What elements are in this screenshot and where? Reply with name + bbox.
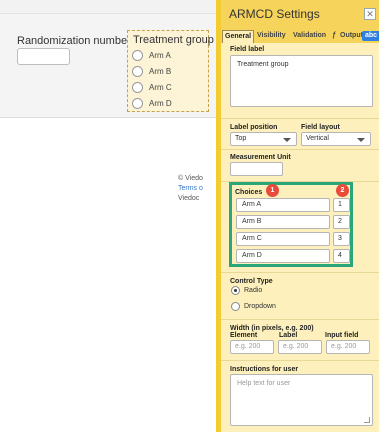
panel-title: ARMCD Settings bbox=[229, 7, 320, 21]
radio-icon[interactable] bbox=[231, 302, 240, 311]
treatment-option-arm-c[interactable]: Arm C bbox=[132, 81, 172, 94]
option-label: Arm A bbox=[149, 51, 171, 60]
choices-heading: Choices bbox=[235, 189, 263, 196]
divider bbox=[221, 319, 379, 320]
field-label-heading: Field label bbox=[230, 46, 265, 53]
control-type-radio-option[interactable]: Radio bbox=[231, 286, 262, 295]
radio-icon[interactable] bbox=[132, 98, 143, 109]
chevron-down-icon bbox=[357, 138, 365, 142]
instructions-textarea[interactable]: Help text for user bbox=[230, 374, 373, 426]
choice-value-input[interactable]: 1 bbox=[333, 198, 350, 212]
instructions-heading: Instructions for user bbox=[230, 366, 299, 373]
input-field-width-input[interactable]: e.g. 200 bbox=[326, 340, 370, 354]
close-icon[interactable]: ✕ bbox=[364, 8, 376, 20]
footer-brand: Viedoc bbox=[178, 195, 200, 202]
choice-value-input[interactable]: 4 bbox=[333, 249, 350, 263]
field-layout-heading: Field layout bbox=[301, 124, 340, 131]
tab-language-dropdown[interactable]: abc ▾ bbox=[362, 31, 379, 41]
choice-name-input[interactable]: Arm B bbox=[236, 215, 330, 229]
armcd-settings-panel: ARMCD Settings ✕ General Visibility Vali… bbox=[216, 0, 379, 432]
radio-icon[interactable] bbox=[132, 50, 143, 61]
tab-validation[interactable]: Validation bbox=[293, 30, 326, 43]
control-type-dropdown-option[interactable]: Dropdown bbox=[231, 302, 276, 311]
option-label: Arm D bbox=[149, 99, 172, 108]
settings-tabs: General Visibility Validation ƒ Output a… bbox=[221, 28, 379, 43]
element-width-input[interactable]: e.g. 200 bbox=[230, 340, 274, 354]
choice-value-input[interactable]: 2 bbox=[333, 215, 350, 229]
treatment-option-arm-d[interactable]: Arm D bbox=[132, 97, 172, 110]
panel-header: ARMCD Settings ✕ bbox=[221, 0, 379, 28]
measurement-unit-heading: Measurement Unit bbox=[230, 154, 291, 161]
width-heading: Width (in pixels, e.g. 200) bbox=[230, 325, 314, 332]
treatment-group-field[interactable]: Treatment group Arm A Arm B Arm C Arm D bbox=[127, 30, 214, 112]
divider bbox=[221, 272, 379, 273]
choice-value-input[interactable]: 3 bbox=[333, 232, 350, 246]
resize-grip-icon[interactable] bbox=[364, 417, 370, 423]
tab-visibility[interactable]: Visibility bbox=[257, 30, 286, 43]
label-position-select[interactable]: Top bbox=[230, 132, 297, 146]
choices-section: Choices 1 2 Arm A 1 Arm B 2 Arm C 3 Arm … bbox=[229, 182, 353, 267]
label-position-value: Top bbox=[235, 135, 247, 142]
divider bbox=[221, 360, 379, 361]
control-type-option-label: Dropdown bbox=[244, 303, 276, 310]
label-width-input[interactable]: e.g. 200 bbox=[278, 340, 322, 354]
field-layout-select[interactable]: Vertical bbox=[301, 132, 371, 146]
tab-general[interactable]: General bbox=[222, 30, 255, 43]
option-label: Arm B bbox=[149, 67, 172, 76]
badge-2: 2 bbox=[336, 184, 349, 197]
tab-function[interactable]: ƒ bbox=[332, 30, 336, 43]
divider bbox=[221, 118, 379, 119]
radio-icon[interactable] bbox=[132, 82, 143, 93]
width-element-label: Element bbox=[230, 332, 258, 339]
footer-copyright: © Viedo bbox=[178, 175, 203, 182]
choice-name-input[interactable]: Arm D bbox=[236, 249, 330, 263]
label-position-heading: Label position bbox=[230, 124, 278, 131]
width-input-label: Input field bbox=[325, 332, 359, 339]
measurement-unit-input[interactable] bbox=[230, 162, 283, 176]
radio-icon[interactable] bbox=[132, 66, 143, 77]
field-layout-value: Vertical bbox=[306, 135, 329, 142]
choice-name-input[interactable]: Arm C bbox=[236, 232, 330, 246]
instructions-placeholder: Help text for user bbox=[237, 380, 291, 387]
divider bbox=[221, 149, 379, 150]
randomization-number-input[interactable] bbox=[17, 48, 70, 65]
control-type-heading: Control Type bbox=[230, 278, 273, 285]
treatment-group-title: Treatment group bbox=[133, 34, 214, 46]
choice-name-input[interactable]: Arm A bbox=[236, 198, 330, 212]
radio-selected-icon[interactable] bbox=[231, 286, 240, 295]
randomization-number-label: Randomization number bbox=[17, 35, 131, 47]
badge-1: 1 bbox=[266, 184, 279, 197]
option-label: Arm C bbox=[149, 83, 172, 92]
control-type-option-label: Radio bbox=[244, 287, 263, 294]
tab-output[interactable]: Output bbox=[340, 30, 363, 43]
treatment-option-arm-b[interactable]: Arm B bbox=[132, 65, 171, 78]
chevron-down-icon bbox=[283, 138, 291, 142]
footer-terms-link[interactable]: Terms o bbox=[178, 185, 203, 192]
treatment-option-arm-a[interactable]: Arm A bbox=[132, 49, 171, 62]
width-label-label: Label bbox=[279, 332, 298, 339]
field-label-textarea[interactable]: Treatment group bbox=[230, 55, 373, 107]
